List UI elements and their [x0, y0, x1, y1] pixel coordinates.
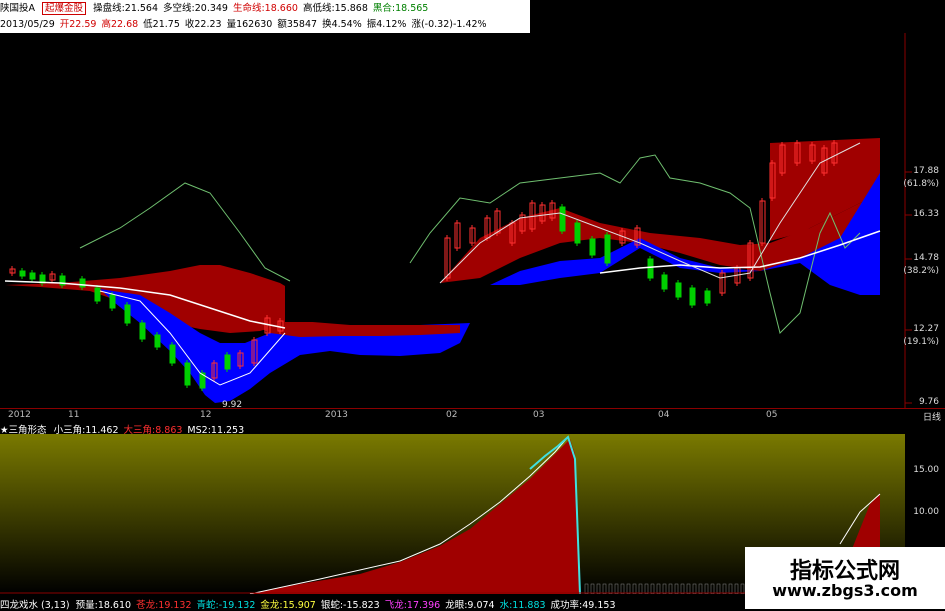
time-tick-0: 2012: [8, 410, 31, 420]
header-value-1: 多空线:20.349: [163, 3, 228, 14]
candle-body-9: [124, 304, 131, 324]
candle-body-6: [79, 278, 86, 288]
quote-value-3: 低21.75: [143, 19, 180, 30]
price-pct-2: (38.2%): [903, 266, 939, 276]
candle-body-40: [689, 287, 696, 306]
gap-1: [285, 285, 485, 322]
quote-header: 陕国投A 起爆金股 操盘线:21.564 多空线:20.349 生命线:18.660…: [0, 0, 530, 33]
bottom-value-3: 金龙:15.907: [260, 600, 316, 611]
indicator-tag[interactable]: 起爆金股: [42, 2, 87, 15]
watermark-url: www.zbgs3.com: [772, 581, 918, 600]
time-tick-2: 12: [200, 410, 212, 420]
price-tick-4: 9.76: [918, 397, 939, 407]
candle-body-2: [29, 272, 36, 280]
bottom-value-5: 飞龙:17.396: [384, 600, 441, 611]
quote-value-5: 量162630: [226, 19, 273, 30]
indicator-header: ★三角形态 小三角:11.462 大三角:8.863 MS2:11.253: [0, 422, 600, 436]
watermark: 指标公式网 www.zbgs3.com: [745, 547, 945, 609]
bottom-indicator-name[interactable]: 四龙戏水 (3,13): [0, 600, 70, 611]
bottom-value-2: 青蛇:-19.132: [196, 600, 256, 611]
period-label[interactable]: 日线: [923, 410, 941, 423]
time-tick-6: 04: [658, 410, 670, 420]
time-tick-5: 03: [533, 410, 545, 420]
indicator-tick-0: 15.00: [913, 465, 939, 475]
stock-name[interactable]: 陕国投A: [0, 3, 35, 14]
quote-value-0: 2013/05/29: [0, 19, 55, 30]
candle-body-12: [169, 344, 176, 364]
bottom-value-4: 银蛇:-15.823: [320, 600, 380, 611]
header-value-2: 生命线:18.660: [232, 3, 298, 14]
quote-header-line2: 2013/05/29 开22.59 高22.68 低21.75 收22.23 量16263…: [0, 18, 496, 31]
price-tick-0: 17.88: [913, 166, 939, 176]
candle-body-8: [109, 294, 116, 309]
time-axis: 日线 2012 11 12 2013 02 03 04 05: [0, 408, 945, 423]
candle-body-7: [94, 287, 101, 302]
indicator-tick-1: 10.00: [913, 507, 939, 517]
candle-body-10: [139, 322, 146, 340]
quote-value-1: 开22.59: [59, 19, 97, 30]
candle-body-31: [559, 206, 566, 232]
oscillator-line-1: [79, 182, 291, 282]
bottom-value-8: 成功率:49.153: [550, 600, 616, 611]
candle-body-33: [589, 238, 596, 256]
candle-body-13: [184, 362, 191, 386]
candle-body-11: [154, 334, 161, 348]
candle-body-38: [661, 274, 668, 290]
price-chart[interactable]: 9.92: [0, 33, 945, 409]
price-pct-0: (61.8%): [903, 179, 939, 189]
quote-header-line1: 陕国投A 起爆金股 操盘线:21.564 多空线:20.349 生命线:18.660…: [0, 2, 437, 15]
price-tick-1: 16.33: [913, 209, 939, 219]
price-tick-3: 12.27: [913, 324, 939, 334]
header-value-0: 操盘线:21.564: [93, 3, 159, 14]
bottom-value-6: 龙眼:9.074: [445, 600, 495, 611]
candle-body-39: [675, 282, 682, 298]
bottom-value-1: 苍龙:19.132: [136, 600, 192, 611]
price-pct-3: (19.1%): [903, 337, 939, 347]
bottom-value-7: 水:11.883: [499, 600, 546, 611]
candle-body-1: [19, 270, 26, 277]
candle-body-34: [604, 234, 611, 264]
time-tick-4: 02: [446, 410, 458, 420]
time-tick-1: 11: [68, 410, 80, 420]
time-tick-7: 05: [766, 410, 778, 420]
quote-value-2: 高22.68: [101, 19, 139, 30]
candle-body-16: [224, 354, 231, 370]
quote-value-4: 收22.23: [184, 19, 222, 30]
quote-value-8: 振4.12%: [366, 19, 407, 30]
quote-value-7: 换4.54%: [322, 19, 362, 30]
candle-body-37: [647, 258, 654, 279]
bottom-value-0: 预量:18.610: [75, 600, 132, 611]
quote-value-6: 额35847: [277, 19, 318, 30]
price-tick-2: 14.78: [913, 253, 939, 263]
quote-value-9: 涨(-0.32)-1.42%: [411, 19, 487, 30]
header-value-3: 高低线:15.868: [302, 3, 368, 14]
candle-body-32: [574, 222, 581, 244]
candle-body-41: [704, 290, 711, 304]
header-value-4: 黑合:18.565: [372, 3, 429, 14]
time-tick-3: 2013: [325, 410, 348, 420]
